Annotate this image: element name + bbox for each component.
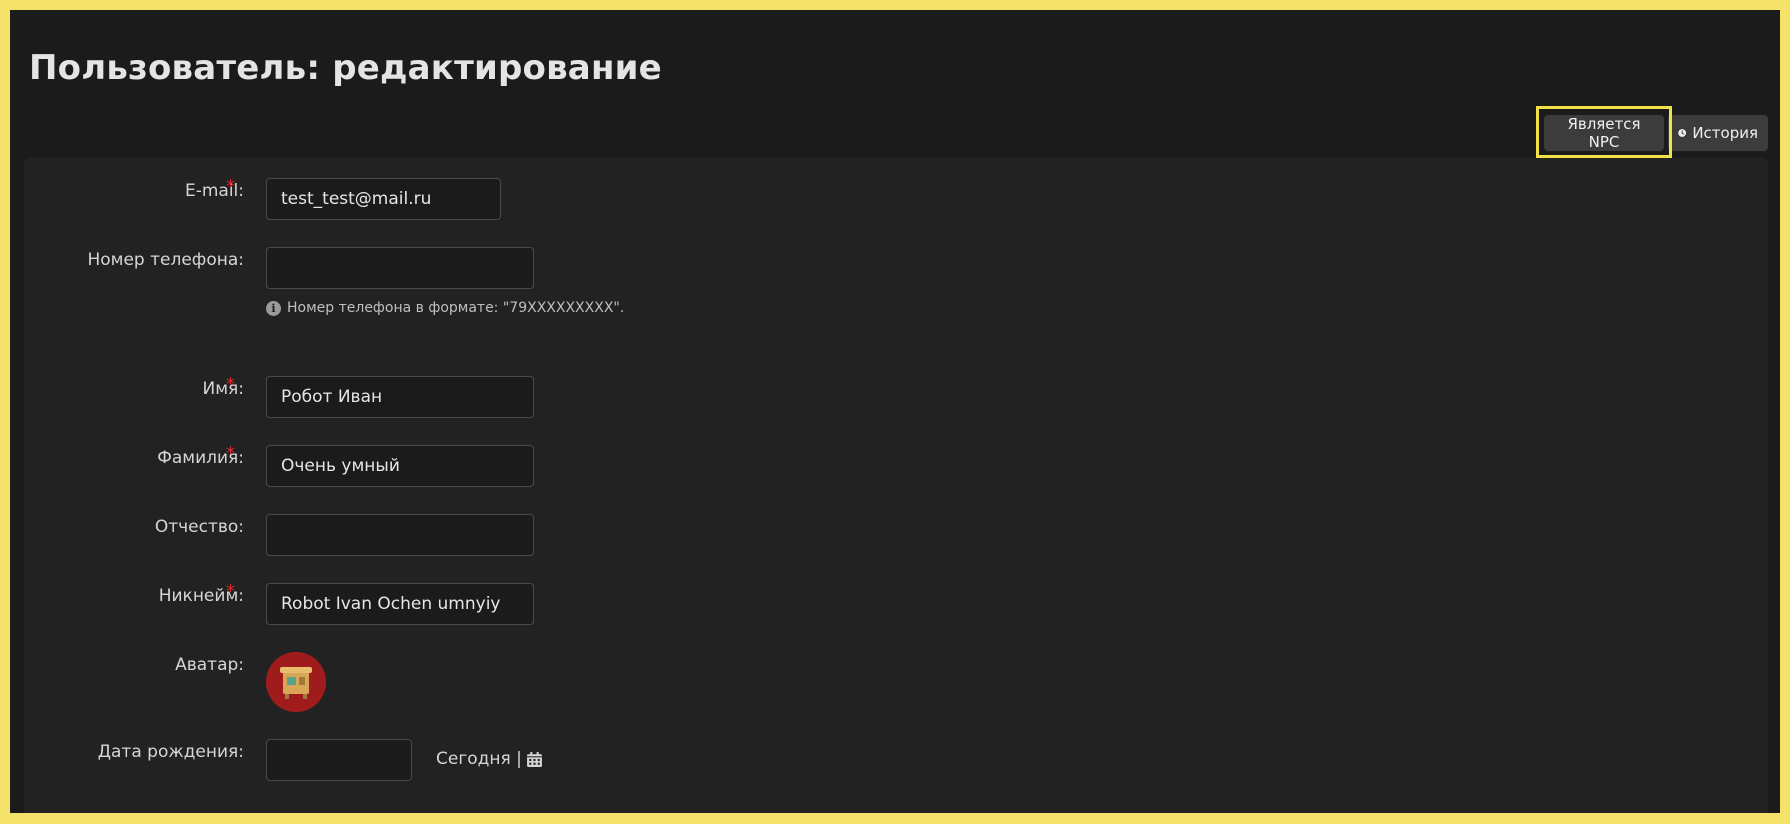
clock-icon	[1678, 129, 1687, 137]
phone-hint-text: Номер телефона в формате: "79XXXXXXXXX".	[287, 300, 625, 316]
calendar-icon[interactable]	[526, 751, 543, 768]
required-mark: *	[226, 176, 235, 197]
history-button-label: История	[1692, 124, 1758, 142]
birthdate-label: Дата рождения:	[97, 742, 244, 762]
today-link[interactable]: Сегодня |	[436, 749, 543, 769]
toolbar: Является NPC История	[1544, 115, 1768, 151]
required-mark: *	[226, 374, 235, 395]
patronymic-label: Отчество:	[154, 517, 244, 537]
required-mark: *	[226, 443, 235, 464]
info-icon: i	[266, 300, 281, 316]
first-name-label: Имя:	[202, 379, 245, 399]
birthdate-input[interactable]	[266, 739, 412, 781]
nickname-input[interactable]	[266, 583, 534, 625]
email-input[interactable]	[266, 178, 501, 220]
email-label: E-mail:	[184, 181, 244, 201]
last-name-input[interactable]	[266, 445, 534, 487]
phone-label: Номер телефона:	[87, 250, 244, 270]
is-npc-button[interactable]: Является NPC	[1544, 115, 1664, 151]
page-title: Пользователь: редактирование	[29, 48, 662, 88]
first-name-input[interactable]	[266, 376, 534, 418]
user-form: E-mail: * Номер телефона: i Номер телефо…	[24, 158, 1768, 813]
history-button[interactable]: История	[1668, 115, 1768, 151]
avatar[interactable]	[266, 652, 326, 712]
app-frame: Пользователь: редактирование Является NP…	[10, 10, 1780, 813]
today-label: Сегодня |	[436, 749, 522, 769]
avatar-label: Аватар:	[175, 655, 244, 675]
robot-avatar-icon	[266, 652, 326, 712]
phone-input[interactable]	[266, 247, 534, 289]
required-mark: *	[226, 581, 235, 602]
phone-hint: i Номер телефона в формате: "79XXXXXXXXX…	[266, 300, 624, 316]
patronymic-input[interactable]	[266, 514, 534, 556]
